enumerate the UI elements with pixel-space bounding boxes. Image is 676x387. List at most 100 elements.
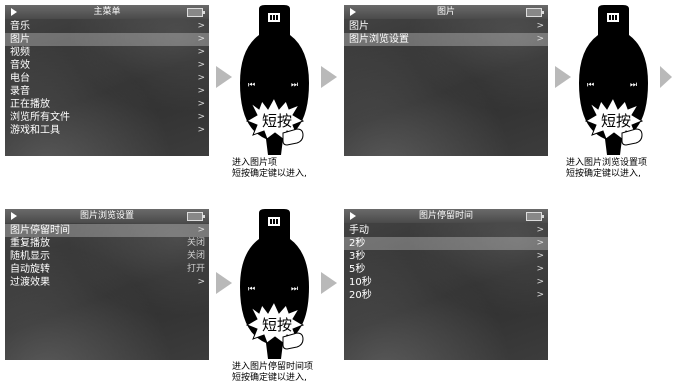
caption-line: 短按确定键以进入,	[566, 169, 641, 179]
menu-item-auto-rotate[interactable]: 自动旋转 打开	[5, 263, 209, 276]
menu-item-label: 20秒	[349, 290, 372, 301]
menu-list: 手动 > 2秒 > 3秒 > 5秒 > 10秒 > 20秒 >	[344, 224, 548, 302]
chevron-right-icon: >	[197, 125, 205, 135]
menu-item-value: 打开	[186, 264, 205, 274]
menu-item-label: 手动	[349, 225, 369, 236]
short-press-label: 短按	[262, 316, 292, 334]
option-3s[interactable]: 3秒 >	[344, 250, 548, 263]
chevron-right-icon: >	[197, 225, 205, 235]
option-10s[interactable]: 10秒 >	[344, 276, 548, 289]
previous-icon: ⏮	[248, 284, 255, 293]
next-icon: ⏭	[630, 80, 637, 89]
chevron-right-icon: >	[536, 264, 544, 274]
caption-line: 短按确定键以进入,	[232, 169, 307, 179]
chevron-right-icon: >	[197, 47, 205, 57]
pictures-screen: 图片 图片 > 图片浏览设置 >	[344, 5, 548, 156]
chevron-right-icon: >	[197, 277, 205, 287]
menu-item-video[interactable]: 视频 >	[5, 46, 209, 59]
menu-item-value: 关闭	[186, 238, 205, 248]
title-bar: 主菜单	[5, 5, 209, 19]
screen-title: 主菜单	[93, 7, 121, 17]
device-illustration: ⏮ ⏭ 短按	[240, 209, 309, 359]
menu-item-browse-files[interactable]: 浏览所有文件 >	[5, 111, 209, 124]
next-icon: ⏭	[291, 80, 298, 89]
menu-item-label: 图片浏览设置	[349, 34, 409, 45]
menu-list: 图片停留时间 > 重复播放 关闭 随机显示 关闭 自动旋转 打开 过渡效果 >	[5, 224, 209, 289]
menu-item-shuffle[interactable]: 随机显示 关闭	[5, 250, 209, 263]
menu-item-label: 视频	[10, 47, 30, 58]
chevron-right-icon: >	[536, 21, 544, 31]
menu-item-label: 5秒	[349, 264, 366, 275]
menu-item-label: 重复播放	[10, 238, 50, 249]
option-manual[interactable]: 手动 >	[344, 224, 548, 237]
battery-icon	[187, 8, 205, 17]
menu-item-music[interactable]: 音乐 >	[5, 20, 209, 33]
menu-item-radio[interactable]: 电台 >	[5, 72, 209, 85]
previous-icon: ⏮	[587, 80, 594, 89]
menu-item-label: 电台	[10, 73, 30, 84]
chevron-right-icon: >	[536, 290, 544, 300]
chevron-right-icon: >	[197, 60, 205, 70]
menu-item-label: 过渡效果	[10, 277, 50, 288]
option-20s[interactable]: 20秒 >	[344, 289, 548, 302]
menu-item-games-tools[interactable]: 游戏和工具 >	[5, 124, 209, 137]
menu-item-pictures[interactable]: 图片 >	[344, 20, 548, 33]
battery-icon	[526, 8, 544, 17]
device-illustration: ⏮ ⏭ 短按	[240, 5, 309, 155]
title-bar: 图片停留时间	[344, 209, 548, 223]
menu-item-recording[interactable]: 录音 >	[5, 85, 209, 98]
menu-item-pictures[interactable]: 图片 >	[5, 33, 209, 46]
step-caption: 进入图片停留时间项 短按确定键以进入,	[232, 362, 313, 384]
step-arrow-icon	[216, 66, 232, 88]
short-press-label: 短按	[601, 112, 631, 130]
picture-browse-settings-screen: 图片浏览设置 图片停留时间 > 重复播放 关闭 随机显示 关闭 自动旋转 打开 过渡效果…	[5, 209, 209, 360]
menu-item-label: 正在播放	[10, 99, 50, 110]
previous-icon: ⏮	[248, 80, 255, 89]
menu-item-label: 随机显示	[10, 251, 50, 262]
menu-item-picture-stay-time[interactable]: 图片停留时间 >	[5, 224, 209, 237]
chevron-right-icon: >	[197, 21, 205, 31]
chevron-right-icon: >	[536, 277, 544, 287]
chevron-right-icon: >	[197, 73, 205, 83]
menu-item-label: 录音	[10, 86, 30, 97]
next-icon: ⏭	[291, 284, 298, 293]
menu-item-value: 关闭	[186, 251, 205, 261]
menu-item-now-playing[interactable]: 正在播放 >	[5, 98, 209, 111]
step-caption: 进入图片项 短按确定键以进入,	[232, 158, 307, 180]
menu-item-label: 游戏和工具	[10, 125, 60, 136]
menu-item-label: 2秒	[349, 238, 366, 249]
menu-item-label: 自动旋转	[10, 264, 50, 275]
menu-item-transition[interactable]: 过渡效果 >	[5, 276, 209, 289]
screen-title: 图片停留时间	[418, 211, 473, 221]
menu-item-label: 音乐	[10, 21, 30, 32]
chevron-right-icon: >	[197, 99, 205, 109]
menu-item-label: 10秒	[349, 277, 372, 288]
screen-title: 图片浏览设置	[79, 211, 134, 221]
menu-item-picture-browse-settings[interactable]: 图片浏览设置 >	[344, 33, 548, 46]
caption-line: 进入图片浏览设置项	[566, 158, 648, 168]
chevron-right-icon: >	[536, 238, 544, 248]
menu-item-label: 音效	[10, 60, 30, 71]
chevron-right-icon: >	[197, 112, 205, 122]
menu-item-label: 图片	[349, 21, 369, 32]
option-2s[interactable]: 2秒 >	[344, 237, 548, 250]
menu-item-sound-effects[interactable]: 音效 >	[5, 59, 209, 72]
title-bar: 图片	[344, 5, 548, 19]
device-illustration: ⏮ ⏭ 短按	[579, 5, 648, 155]
chevron-right-icon: >	[197, 34, 205, 44]
step-arrow-icon	[660, 66, 672, 88]
battery-icon	[187, 212, 205, 221]
main-menu-screen: 主菜单 音乐 > 图片 > 视频 > 音效 > 电台 > 录音 > 正在播放 > 浏览所有文件…	[5, 5, 209, 156]
menu-item-repeat[interactable]: 重复播放 关闭	[5, 237, 209, 250]
step-arrow-icon	[216, 272, 232, 294]
menu-item-label: 图片停留时间	[10, 225, 70, 236]
short-press-label: 短按	[262, 112, 292, 130]
menu-item-label: 浏览所有文件	[10, 112, 70, 123]
menu-item-label: 图片	[10, 34, 30, 45]
menu-list: 图片 > 图片浏览设置 >	[344, 20, 548, 46]
step-arrow-icon	[321, 272, 337, 294]
option-5s[interactable]: 5秒 >	[344, 263, 548, 276]
battery-icon	[526, 212, 544, 221]
chevron-right-icon: >	[536, 251, 544, 261]
step-caption: 进入图片浏览设置项 短按确定键以进入,	[566, 158, 647, 180]
